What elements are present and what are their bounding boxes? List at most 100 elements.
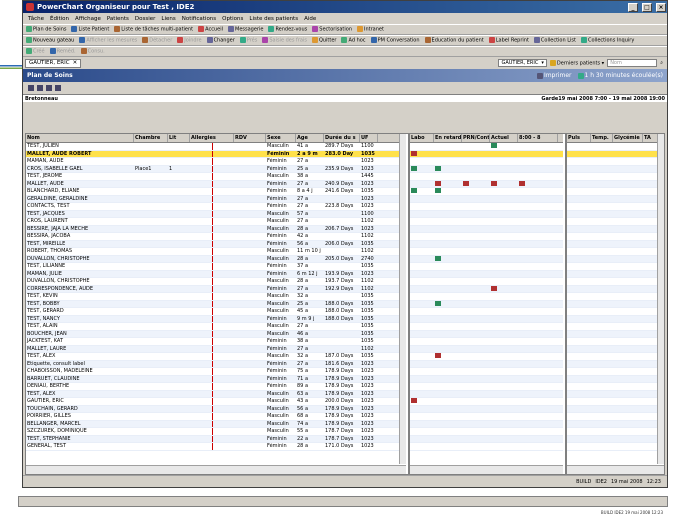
table-row[interactable]: MAMAN, JULIE Féminin 6 m 12 j 193.9 Days 102…: [26, 270, 399, 278]
print-button[interactable]: Imprimer: [536, 72, 572, 79]
column-header[interactable]: Temp.: [591, 134, 613, 142]
table-row[interactable]: GENERAL, TEST Féminin 28 a 171.0 Days 1023: [26, 443, 399, 451]
table-row[interactable]: TEST, LILIANNE Féminin 37 a 1035: [26, 263, 399, 271]
task-row[interactable]: [410, 443, 563, 451]
table-row[interactable]: TOUCHAIN, GERARD Masculin 56 a 178.9 Days 10…: [26, 405, 399, 413]
task-row[interactable]: [410, 158, 563, 166]
task-row[interactable]: [410, 285, 563, 293]
toolbar-button[interactable]: Détacher: [142, 37, 172, 44]
toolbar-button[interactable]: Intranet: [357, 26, 384, 33]
table-row[interactable]: TEST, JEROME Masculin 38 a 1445: [26, 173, 399, 181]
vitals-row[interactable]: [567, 368, 657, 376]
table-row[interactable]: BESSIRE, JAJA LA MECHE Masculin 28 a 206.7 …: [26, 225, 399, 233]
table-row[interactable]: TEST, ALEX Masculin 63 a 178.9 Days 1023: [26, 390, 399, 398]
toolbar-button[interactable]: Liste Patient: [71, 26, 109, 33]
injection-icon[interactable]: [435, 353, 441, 358]
task-row[interactable]: [410, 180, 563, 188]
task-row[interactable]: [410, 165, 563, 173]
task-row[interactable]: [410, 188, 563, 196]
toolbar-button[interactable]: Afficher les mesures: [79, 37, 137, 44]
column-header[interactable]: Actuel: [490, 134, 518, 142]
column-header[interactable]: En retard: [434, 134, 462, 142]
toolbar-button[interactable]: Changer: [206, 37, 235, 44]
vitals-row[interactable]: [567, 188, 657, 196]
vitals-row[interactable]: [567, 330, 657, 338]
injection-icon[interactable]: [411, 150, 417, 156]
vitals-row[interactable]: [567, 360, 657, 368]
patient-combo[interactable]: GAUTIER, ERIC ▾: [498, 59, 547, 67]
refresh-status[interactable]: 1 h 30 minutes écoulée(s): [577, 72, 663, 79]
vitals-row[interactable]: [567, 308, 657, 316]
vitals-row[interactable]: [567, 315, 657, 323]
task-row[interactable]: [410, 308, 563, 316]
column-header[interactable]: Glycémie: [613, 134, 643, 142]
table-row[interactable]: TEST, NANCY Féminin 9 m 9 j 188.0 Days 1035: [26, 315, 399, 323]
toolbar-button[interactable]: Saisie des frais: [262, 37, 307, 44]
task-row[interactable]: [410, 218, 563, 226]
vitals-row[interactable]: [567, 293, 657, 301]
task-row[interactable]: [410, 195, 563, 203]
vitals-row[interactable]: [567, 300, 657, 308]
column-header[interactable]: RDV: [234, 134, 266, 142]
search-input[interactable]: Nom: [607, 59, 658, 67]
column-header[interactable]: 8:00 - 8: [518, 134, 558, 142]
menu-item[interactable]: Options: [222, 16, 243, 22]
flask-icon[interactable]: [491, 143, 497, 148]
task-row[interactable]: [410, 420, 563, 428]
menu-item[interactable]: Affichage: [75, 16, 101, 22]
left-scrollbar[interactable]: [399, 134, 406, 464]
table-row[interactable]: BESSIRA, JACOBA Féminin 42 a 1102: [26, 233, 399, 241]
close-button[interactable]: ×: [656, 2, 666, 12]
toolbar-button[interactable]: Rendez-vous: [268, 26, 307, 33]
table-row[interactable]: GAUTIER, ERIC Masculin 43 a 200.0 Days 1023: [26, 398, 399, 406]
vitals-row[interactable]: [567, 195, 657, 203]
table-row[interactable]: DUVALLON, CHRISTOPHE Masculin 28 a 205.0 Da…: [26, 255, 399, 263]
task-row[interactable]: [410, 203, 563, 211]
injection-icon[interactable]: [411, 398, 417, 403]
table-row[interactable]: CORRESPONDENCE, AUDE Féminin 27 a 192.9 Day…: [26, 285, 399, 293]
vitals-row[interactable]: [567, 435, 657, 443]
table-row[interactable]: MALLET, AUDE Féminin 27 a 240.9 Days 1023: [26, 180, 399, 188]
task-row[interactable]: [410, 173, 563, 181]
toolbar-button[interactable]: Créé: [26, 48, 45, 55]
table-row[interactable]: DUVALLON, CHRISTOPHE Masculin 28 a 193.7 Da…: [26, 278, 399, 286]
vitals-row[interactable]: [567, 225, 657, 233]
vitals-row[interactable]: [567, 210, 657, 218]
task-row[interactable]: [410, 143, 563, 151]
table-row[interactable]: MALLET, LAURE Féminin 27 a 1102: [26, 345, 399, 353]
task-row[interactable]: [410, 330, 563, 338]
vitals-row[interactable]: [567, 405, 657, 413]
vitals-row[interactable]: [567, 240, 657, 248]
table-row[interactable]: TEST, GERARD Masculin 45 a 188.0 Days 1035: [26, 308, 399, 316]
column-header[interactable]: Labo: [410, 134, 434, 142]
toolbar-button[interactable]: Quitter: [311, 37, 336, 44]
injection-icon[interactable]: [435, 180, 441, 186]
injection-icon[interactable]: [463, 180, 469, 186]
vitals-row[interactable]: [567, 255, 657, 263]
menu-item[interactable]: Liens: [161, 16, 175, 22]
task-row[interactable]: [410, 375, 563, 383]
table-row[interactable]: TEST, STEPHANIE Féminin 22 a 178.7 Days 1023: [26, 435, 399, 443]
right-hscrollbar[interactable]: [567, 465, 664, 474]
task-row[interactable]: [410, 293, 563, 301]
table-row[interactable]: DENIAU, BERTHE Féminin 89 a 178.9 Days 1023: [26, 383, 399, 391]
vitals-row[interactable]: [567, 413, 657, 421]
task-row[interactable]: [410, 345, 563, 353]
vitals-row[interactable]: [567, 143, 657, 151]
toolbar-button[interactable]: Ad hoc: [341, 37, 366, 44]
vitals-row[interactable]: [567, 278, 657, 286]
table-row[interactable]: TEST, JULIEN Masculin 41 a 289.7 Days 1100: [26, 143, 399, 151]
task-row[interactable]: [410, 255, 563, 263]
vitals-row[interactable]: [567, 398, 657, 406]
task-row[interactable]: [410, 428, 563, 436]
task-row[interactable]: [410, 405, 563, 413]
task-row[interactable]: [410, 435, 563, 443]
task-row[interactable]: [410, 240, 563, 248]
vitals-row[interactable]: [567, 443, 657, 451]
toolbar-button[interactable]: Collections Inquiry: [580, 37, 634, 44]
toolbar-button[interactable]: Education du patient: [424, 37, 484, 44]
task-row[interactable]: [410, 323, 563, 331]
task-row[interactable]: [410, 360, 563, 368]
vitals-row[interactable]: [567, 248, 657, 256]
task-row[interactable]: [410, 383, 563, 391]
